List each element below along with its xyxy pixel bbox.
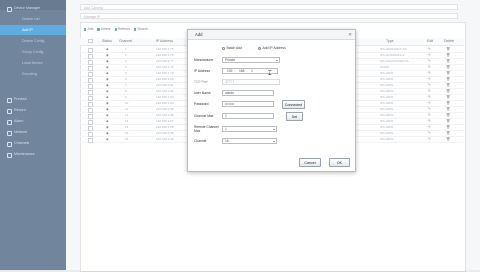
radio-batch-label: Batch Add — [226, 46, 242, 50]
channel-max-input[interactable]: 1 — [222, 113, 274, 119]
channel-value: 16 — [225, 139, 229, 143]
password-input[interactable]: •••••••• — [222, 101, 274, 107]
ip-octet-3[interactable]: 1 — [251, 69, 253, 73]
dialog-title: Add — [188, 30, 355, 40]
radio-batch-dot — [222, 46, 225, 50]
tcp-port-label: TCP Port — [194, 80, 208, 84]
chevron-down-icon — [272, 140, 275, 142]
channel-max-label: Channel Max — [194, 114, 214, 118]
password-label: Password — [194, 102, 209, 106]
chevron-down-icon — [275, 59, 278, 61]
ok-button[interactable]: OK — [329, 158, 350, 167]
set-button[interactable]: Set — [286, 112, 303, 121]
add-device-dialog: Add ✕ Batch Add Add IP Address Manufactu… — [187, 29, 356, 172]
channel-select[interactable]: 16 — [222, 138, 277, 144]
tcp-port-input[interactable]: 37777 — [222, 79, 280, 85]
channel-label: Channel — [194, 139, 207, 143]
mouse-cursor-icon: ⌶ — [268, 71, 272, 77]
ip-octet-2[interactable]: 168 — [239, 69, 245, 73]
remote-channel-max-label: Remote Channel Max — [194, 125, 219, 133]
close-icon[interactable]: ✕ — [348, 32, 352, 38]
user-name-input[interactable]: admin — [222, 90, 274, 96]
manufacturer-select[interactable]: Private — [222, 57, 280, 63]
connected-button[interactable]: Connected — [282, 100, 305, 109]
radio-add-ip-dot — [258, 46, 261, 50]
chevron-down-icon — [272, 128, 275, 130]
manufacturer-label: Manufacturer — [194, 58, 214, 62]
manufacturer-value: Private — [225, 58, 236, 62]
radio-add-ip[interactable]: Add IP Address — [258, 46, 286, 50]
ip-address-label: IP Address — [194, 69, 210, 73]
remote-channel-max-select[interactable]: 1 — [222, 126, 277, 132]
remote-channel-max-value: 1 — [225, 127, 227, 131]
radio-batch-add[interactable]: Batch Add — [222, 46, 242, 50]
cancel-button[interactable]: Cancel — [299, 158, 321, 167]
radio-add-ip-label: Add IP Address — [262, 46, 286, 50]
ip-octet-1[interactable]: 192 — [227, 69, 233, 73]
user-name-label: User Name — [194, 91, 211, 95]
